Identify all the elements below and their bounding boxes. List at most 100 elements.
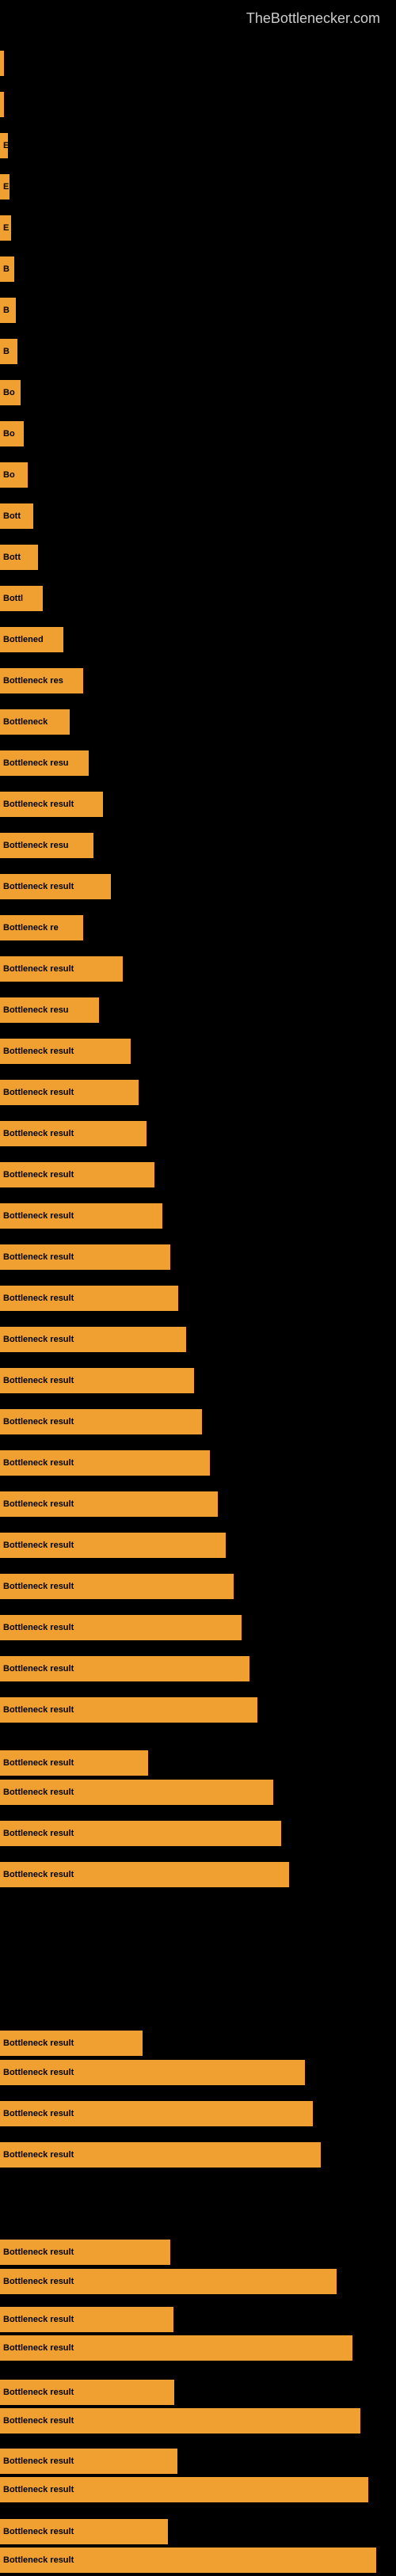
bottleneck-bar: Bottleneck result (0, 1533, 226, 1558)
bottleneck-bar: Bottlened (0, 627, 63, 652)
bar-row: Bottl (0, 583, 396, 614)
bar-row: Bottleneck result (0, 2332, 396, 2364)
bottleneck-bar: Bo (0, 380, 21, 405)
bar-row (0, 89, 396, 120)
bar-row: Bottleneck result (0, 788, 396, 820)
bar-row: Bottleneck result (0, 1776, 396, 1808)
bar-row: B (0, 336, 396, 367)
bottleneck-bar: Bottleneck resu (0, 997, 99, 1023)
bar-row: Bottleneck resu (0, 830, 396, 861)
bar-row: Bottleneck result (0, 1324, 396, 1355)
bar-row: Bottleneck result (0, 2544, 396, 2576)
bar-row: Bottleneck result (0, 1747, 396, 1779)
bar-row: Bottleneck result (0, 1035, 396, 1067)
bar-row: Bottleneck result (0, 1447, 396, 1479)
bar-row: Bottleneck resu (0, 994, 396, 1026)
bottleneck-bar: Bottleneck result (0, 1039, 131, 1064)
bottleneck-bar: Bottleneck result (0, 1327, 186, 1352)
bar-row: Bottleneck res (0, 665, 396, 697)
bottleneck-bar: Bottleneck result (0, 2060, 305, 2085)
bottleneck-bar: Bottleneck result (0, 2269, 337, 2294)
bar-row: Bottleneck result (0, 1571, 396, 1602)
bar-row: Bottleneck result (0, 1694, 396, 1726)
bar-row: Bottleneck result (0, 1200, 396, 1232)
bottleneck-bar: Bottleneck result (0, 2380, 174, 2405)
bottleneck-bar: Bo (0, 462, 28, 488)
bottleneck-bar: Bottleneck result (0, 2477, 368, 2502)
bar-row: Bottleneck result (0, 1159, 396, 1191)
bar-row: Bottleneck result (0, 1529, 396, 1561)
bottleneck-bar: Bottleneck result (0, 1244, 170, 1270)
bottleneck-bar: Bott (0, 545, 38, 570)
bottleneck-bar: Bottleneck result (0, 1491, 218, 1517)
bottleneck-bar: Bottleneck resu (0, 833, 93, 858)
bar-row: Bottleneck result (0, 1118, 396, 1149)
bottleneck-bar: Bottleneck result (0, 2240, 170, 2265)
bottleneck-bar: E (0, 133, 8, 158)
bar-row: Bottleneck result (0, 2516, 396, 2548)
bottleneck-bar: Bottleneck result (0, 792, 103, 817)
bottleneck-bar: Bottleneck result (0, 1450, 210, 1476)
bar-row: Bottleneck result (0, 1406, 396, 1438)
bottleneck-bar: B (0, 339, 17, 364)
bottleneck-bar: Bottleneck result (0, 956, 123, 982)
bar-row: E (0, 212, 396, 244)
bottleneck-bar: Bottleneck result (0, 1574, 234, 1599)
bottleneck-bar: Bottleneck result (0, 1821, 281, 1846)
bottleneck-bar: Bottleneck resu (0, 750, 89, 776)
bar-row: Bottleneck result (0, 871, 396, 902)
bar-row: Bottlened (0, 624, 396, 655)
bottleneck-bar: Bottleneck result (0, 2519, 168, 2544)
bottleneck-bar: Bottleneck result (0, 2101, 313, 2126)
bottleneck-bar: Bottleneck (0, 709, 70, 735)
bottleneck-bar: Bott (0, 503, 33, 529)
bottleneck-bar: Bottleneck result (0, 1121, 147, 1146)
bar-row: Bottleneck result (0, 1365, 396, 1396)
bottleneck-bar: Bottleneck result (0, 2408, 360, 2434)
bottleneck-bar: Bottleneck re (0, 915, 83, 940)
bottleneck-bar: Bottleneck result (0, 1203, 162, 1229)
bar-row: B (0, 253, 396, 285)
bar-row: Bott (0, 541, 396, 573)
bottleneck-bar: E (0, 174, 10, 199)
bar-row: Bottleneck result (0, 953, 396, 985)
bottleneck-bar: Bottl (0, 586, 43, 611)
bottleneck-bar: Bottleneck result (0, 1780, 273, 1805)
bottleneck-bar: Bottleneck result (0, 2142, 321, 2168)
bar-row: Bottleneck result (0, 1612, 396, 1643)
bar-row: Bottleneck resu (0, 747, 396, 779)
bar-row: Bottleneck result (0, 1077, 396, 1108)
bar-row: Bo (0, 459, 396, 491)
bottleneck-bar: Bottleneck result (0, 2335, 352, 2361)
bottleneck-bar: Bottleneck result (0, 874, 111, 899)
bottleneck-bar: Bottleneck result (0, 1162, 154, 1187)
bottleneck-bar: Bottleneck result (0, 1750, 148, 1776)
bottleneck-bar (0, 92, 4, 117)
bar-row: Bottleneck result (0, 2377, 396, 2408)
bar-row: E (0, 130, 396, 161)
bar-row: Bottleneck (0, 706, 396, 738)
bar-row: Bottleneck result (0, 2139, 396, 2171)
bar-row: Bottleneck result (0, 1653, 396, 1685)
bar-row: B (0, 294, 396, 326)
bar-row: Bottleneck result (0, 2266, 396, 2297)
bottleneck-bar: Bottleneck result (0, 1615, 242, 1640)
bottleneck-bar: Bottleneck result (0, 1080, 139, 1105)
bottleneck-bar: Bottleneck result (0, 1409, 202, 1434)
bar-row: Bottleneck result (0, 2057, 396, 2088)
bar-row: Bottleneck result (0, 1488, 396, 1520)
bottleneck-bar (0, 51, 4, 76)
bottleneck-bar: E (0, 215, 11, 241)
bar-row: Bo (0, 377, 396, 408)
bar-row: Bottleneck result (0, 2236, 396, 2268)
bottleneck-bar: Bottleneck result (0, 1286, 178, 1311)
bar-row: Bottleneck result (0, 2445, 396, 2477)
bar-row: Bottleneck result (0, 1241, 396, 1273)
bar-row: Bottleneck result (0, 2405, 396, 2437)
bar-row: Bottleneck result (0, 1818, 396, 1849)
bar-row: Bott (0, 500, 396, 532)
bar-row: Bottleneck result (0, 2304, 396, 2335)
bottleneck-bar: Bottleneck result (0, 2449, 177, 2474)
bar-row: Bottleneck result (0, 1859, 396, 1890)
bottleneck-bar: B (0, 298, 16, 323)
